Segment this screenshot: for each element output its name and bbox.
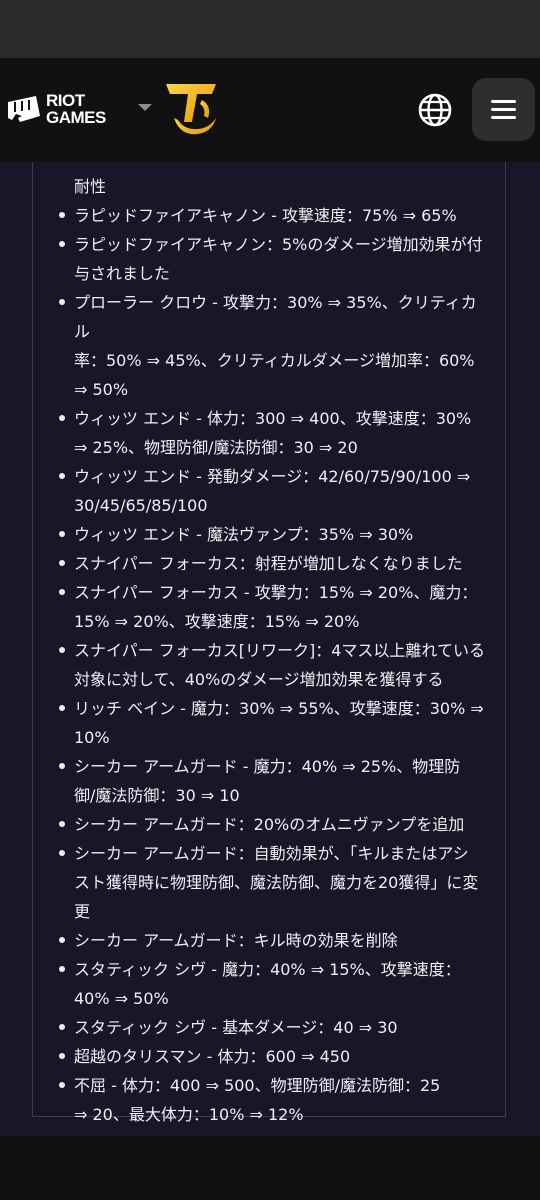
brand-line-1: RIOT bbox=[46, 91, 85, 110]
note-item: シーカー アームガード：キル時の効果を削除 bbox=[59, 926, 492, 955]
note-line: 10% bbox=[74, 728, 110, 747]
note-item: ウィッツ エンド - 魔法ヴァンプ：35% ⇒ 30% bbox=[59, 520, 492, 549]
note-item: 超越のタリスマン - 体力：600 ⇒ 450 bbox=[59, 1042, 492, 1071]
hamburger-bar bbox=[491, 108, 516, 111]
note-line: シーカー アームガード：自動効果が、「キルまたはアシ bbox=[74, 844, 469, 863]
bottom-bar bbox=[0, 1136, 540, 1200]
note-item: スタティック シヴ - 基本ダメージ：40 ⇒ 30 bbox=[59, 1013, 492, 1042]
note-line: 耐性 bbox=[74, 177, 107, 196]
note-line: スナイパー フォーカス[リワーク]：4マス以上離れている bbox=[74, 641, 485, 660]
note-line: ⇒ 25%、物理防御/魔法防御：30 ⇒ 20 bbox=[74, 438, 358, 457]
globe-icon[interactable] bbox=[417, 92, 453, 128]
tft-logo[interactable] bbox=[164, 82, 218, 140]
note-item: シーカー アームガード：20%のオムニヴァンプを追加 bbox=[59, 810, 492, 839]
hamburger-menu-icon bbox=[491, 100, 516, 103]
note-line: スタティック シヴ - 魔力：40% ⇒ 15%、攻撃速度： bbox=[74, 960, 461, 979]
note-line: スナイパー フォーカス：射程が増加しなくなりました bbox=[74, 554, 463, 573]
note-line: ⇒ 50% bbox=[74, 380, 129, 399]
riot-fist-icon bbox=[8, 96, 40, 122]
note-line: 御/魔法防御：30 ⇒ 10 bbox=[74, 786, 240, 805]
note-item: プローラー クロウ - 攻撃力：30% ⇒ 35%、クリティカル率：50% ⇒ … bbox=[59, 288, 492, 404]
note-line: プローラー クロウ - 攻撃力：30% ⇒ 35%、クリティカル bbox=[74, 293, 477, 341]
note-line: ウィッツ エンド - 発動ダメージ：42/60/75/90/100 ⇒ bbox=[74, 467, 471, 486]
note-item: ウィッツ エンド - 体力：300 ⇒ 400、攻撃速度：30% ⇒ 25%、物理… bbox=[59, 404, 492, 462]
note-line: スナイパー フォーカス - 攻撃力：15% ⇒ 20%、魔力： bbox=[74, 583, 478, 602]
note-line: スタティック シヴ - 基本ダメージ：40 ⇒ 30 bbox=[74, 1018, 398, 1037]
note-line: 対象に対して、40%のダメージ増加効果を獲得する bbox=[74, 670, 444, 689]
note-line: シーカー アームガード - 魔力：40% ⇒ 25%、物理防 bbox=[74, 757, 461, 776]
patch-notes-content: 耐性ラピッドファイアキャノン - 攻撃速度：75% ⇒ 65% ラピッドファイアキ… bbox=[0, 162, 540, 1136]
note-item: スナイパー フォーカス：射程が増加しなくなりました bbox=[59, 549, 492, 578]
note-item: シーカー アームガード：自動効果が、「キルまたはアシ スト獲得時に物理防御、魔法防… bbox=[59, 839, 492, 926]
note-item: シーカー アームガード - 魔力：40% ⇒ 25%、物理防 御/魔法防御：30 … bbox=[59, 752, 492, 810]
note-item: 不屈 - 体力：400 ⇒ 500、物理防御/魔法防御：25 ⇒ 20、最大体力：… bbox=[59, 1071, 492, 1129]
note-line: 更 bbox=[74, 902, 91, 921]
note-line: スト獲得時に物理防御、魔法防御、魔力を20獲得」に変 bbox=[74, 873, 479, 892]
note-item: 耐性 bbox=[74, 172, 492, 201]
note-line: 40% ⇒ 50% bbox=[74, 989, 169, 1008]
note-line: 30/45/65/85/100 bbox=[74, 496, 208, 515]
status-bar bbox=[0, 0, 540, 58]
note-line: リッチ ベイン - 魔力：30% ⇒ 55%、攻撃速度：30% ⇒ bbox=[74, 699, 484, 718]
note-line: ラピッドファイアキャノン - 攻撃速度：75% ⇒ 65% bbox=[74, 206, 457, 225]
brand-line-2: GAMES bbox=[46, 108, 106, 127]
note-line: シーカー アームガード：キル時の効果を削除 bbox=[74, 931, 398, 950]
note-item: ラピッドファイアキャノン：5%のダメージ増加効果が付 与されました bbox=[59, 230, 492, 288]
note-item: リッチ ベイン - 魔力：30% ⇒ 55%、攻撃速度：30% ⇒ 10% bbox=[59, 694, 492, 752]
note-line: シーカー アームガード：20%のオムニヴァンプを追加 bbox=[74, 815, 465, 834]
note-line: ウィッツ エンド - 魔法ヴァンプ：35% ⇒ 30% bbox=[74, 525, 414, 544]
note-line: 与されました bbox=[74, 264, 171, 283]
note-line: 15% ⇒ 20%、攻撃速度：15% ⇒ 20% bbox=[74, 612, 360, 631]
notes-list: 耐性ラピッドファイアキャノン - 攻撃速度：75% ⇒ 65% ラピッドファイアキ… bbox=[59, 172, 492, 1129]
riot-wordmark: RIOT GAMES bbox=[46, 92, 106, 126]
note-line: ⇒ 20、最大体力：10% ⇒ 12% bbox=[74, 1105, 304, 1124]
note-item: スタティック シヴ - 魔力：40% ⇒ 15%、攻撃速度： 40% ⇒ 50% bbox=[59, 955, 492, 1013]
chevron-down-icon[interactable] bbox=[138, 104, 152, 111]
note-item: ウィッツ エンド - 発動ダメージ：42/60/75/90/100 ⇒ 30/45… bbox=[59, 462, 492, 520]
riot-games-logo[interactable]: RIOT GAMES bbox=[6, 92, 122, 130]
note-line: 超越のタリスマン - 体力：600 ⇒ 450 bbox=[74, 1047, 351, 1066]
note-line: ウィッツ エンド - 体力：300 ⇒ 400、攻撃速度：30% bbox=[74, 409, 472, 428]
hamburger-bar bbox=[491, 116, 516, 119]
note-item: スナイパー フォーカス[リワーク]：4マス以上離れている 対象に対して、40%のダ… bbox=[59, 636, 492, 694]
menu-button[interactable] bbox=[472, 78, 535, 141]
note-item: スナイパー フォーカス - 攻撃力：15% ⇒ 20%、魔力： 15% ⇒ 20%… bbox=[59, 578, 492, 636]
note-line: 率：50% ⇒ 45%、クリティカルダメージ増加率：60% bbox=[74, 351, 475, 370]
note-item: ラピッドファイアキャノン - 攻撃速度：75% ⇒ 65% bbox=[59, 201, 492, 230]
note-line: ラピッドファイアキャノン：5%のダメージ増加効果が付 bbox=[74, 235, 483, 254]
note-line: 不屈 - 体力：400 ⇒ 500、物理防御/魔法防御：25 bbox=[74, 1076, 441, 1095]
